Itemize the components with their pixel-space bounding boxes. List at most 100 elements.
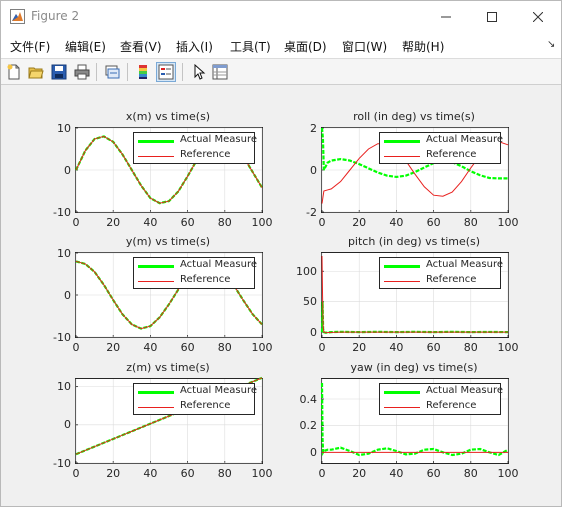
chart-3-y-tick-label: 50 — [303, 295, 317, 309]
chart-0-legend-label-reference: Reference — [180, 149, 231, 160]
menu-file[interactable]: 文件(F) — [10, 38, 50, 55]
chart-4-legend-swatch-actual — [138, 391, 174, 394]
chart-1-legend-label-reference: Reference — [426, 149, 477, 160]
maximize-button[interactable] — [469, 1, 515, 32]
chart-3-legend-entry-reference: Reference — [380, 274, 500, 288]
print-icon — [74, 64, 90, 80]
chart-0-legend[interactable]: Actual Measure Reference — [133, 132, 258, 164]
pointer-icon — [194, 64, 206, 80]
chart-2-legend[interactable]: Actual Measure Reference — [133, 257, 258, 289]
chart-1-legend[interactable]: Actual Measure Reference — [379, 132, 503, 164]
chart-1-legend-swatch-actual — [384, 140, 420, 143]
menu-view[interactable]: 查看(V) — [120, 38, 162, 55]
chart-1-legend-entry-reference: Reference — [380, 149, 500, 163]
chart-2-x-tick-label: 20 — [106, 341, 121, 354]
chart-4-legend-entry-reference: Reference — [134, 400, 254, 414]
chart-1-legend-entry-actual: Actual Measure — [380, 134, 503, 148]
dock-arrow-icon[interactable]: ↘ — [547, 39, 555, 50]
chart-5-y-tick-label: 0.2 — [299, 419, 318, 433]
figure-canvas[interactable]: x(m) vs time(s) 0 20 40 60 80 100 10 0 -10 Actual … — [1, 86, 561, 506]
chart-0-x-tick-label: 100 — [251, 216, 273, 229]
chart-2-legend-label-reference: Reference — [180, 274, 231, 285]
chart-2-legend-entry-reference: Reference — [134, 274, 254, 288]
chart-1-title: roll (in deg) vs time(s) — [353, 110, 475, 123]
close-button[interactable] — [515, 1, 561, 32]
new-figure-icon — [7, 64, 20, 80]
menu-tools[interactable]: 工具(T) — [230, 38, 271, 55]
chart-0-legend-label-actual: Actual Measure — [180, 134, 258, 145]
chart-2-y-tick-label: -10 — [53, 330, 71, 344]
toolbar-separator — [96, 63, 97, 81]
chart-5-x-tick-label: 100 — [497, 467, 519, 480]
menu-help[interactable]: 帮助(H) — [402, 38, 444, 55]
menu-edit[interactable]: 编辑(E) — [65, 38, 106, 55]
chart-0-x-tick-label: 80 — [217, 216, 232, 229]
chart-5-legend-entry-reference: Reference — [380, 400, 500, 414]
chart-4-x-tick-label: 100 — [251, 467, 273, 480]
chart-5-legend-swatch-actual — [384, 391, 420, 394]
chart-1-x-tick-label: 40 — [389, 216, 404, 229]
chart-2-title: y(m) vs time(s) — [125, 235, 211, 248]
chart-4-y-tick-label: -10 — [53, 456, 71, 470]
new-figure-button[interactable] — [4, 62, 24, 82]
chart-1-y-tick-label: 2 — [310, 121, 317, 135]
chart-2-legend-label-actual: Actual Measure — [180, 259, 258, 270]
chart-5-x-tick-label: 60 — [426, 467, 441, 480]
menu-desktop[interactable]: 桌面(D) — [284, 38, 327, 55]
figure-window: Figure 2 文件(F) 编辑(E) 查看(V) 插入(I) 工具(T) 桌… — [0, 0, 562, 507]
chart-2-legend-entry-actual: Actual Measure — [134, 259, 258, 273]
chart-4-x-tick-label: 60 — [180, 467, 195, 480]
chart-4-x-tick-label: 0 — [72, 467, 80, 480]
chart-3-x-tick-label: 40 — [389, 341, 404, 354]
toolbar-separator — [127, 63, 128, 81]
chart-4-y-tick-label: 0 — [64, 418, 71, 432]
link-plot-button[interactable] — [102, 62, 122, 82]
chart-1-x-tick-label: 80 — [463, 216, 478, 229]
link-plot-icon — [105, 65, 120, 79]
edit-plot-button[interactable] — [189, 62, 209, 82]
chart-2-x-tick-label: 80 — [217, 341, 232, 354]
open-button[interactable] — [26, 62, 46, 82]
chart-2-y-tick-label: 10 — [57, 246, 71, 260]
chart-2-x-tick-label: 40 — [143, 341, 158, 354]
chart-0-legend-entry-reference: Reference — [134, 149, 254, 163]
chart-3-legend[interactable]: Actual Measure Reference — [379, 257, 503, 289]
chart-4-legend[interactable]: Actual Measure Reference — [133, 383, 258, 415]
chart-5-x-tick-label: 0 — [318, 467, 326, 480]
minimize-icon — [441, 16, 451, 17]
property-inspector-button[interactable] — [210, 62, 230, 82]
chart-3-y-tick-label: 0 — [310, 325, 317, 339]
chart-2-legend-swatch-reference — [138, 281, 174, 282]
chart-3-x-tick-label: 100 — [497, 341, 519, 354]
toolbar-separator — [182, 63, 183, 81]
open-folder-icon — [28, 67, 44, 79]
save-icon — [51, 64, 67, 80]
chart-0-y-tick-label: 10 — [57, 121, 71, 135]
chart-4-legend-label-actual: Actual Measure — [180, 385, 258, 396]
chart-5-legend-label-actual: Actual Measure — [426, 385, 504, 396]
title-bar[interactable]: Figure 2 — [1, 1, 561, 32]
chart-0-legend-swatch-actual — [138, 140, 174, 143]
figure-toolbar — [1, 58, 561, 85]
close-icon — [533, 11, 543, 22]
legend-button[interactable] — [156, 62, 176, 82]
menu-window[interactable]: 窗口(W) — [342, 38, 387, 55]
chart-5-y-tick-label: 0.4 — [299, 392, 318, 406]
print-button[interactable] — [72, 62, 92, 82]
menu-insert[interactable]: 插入(I) — [176, 38, 213, 55]
chart-4-x-tick-label: 80 — [217, 467, 232, 480]
chart-5-legend[interactable]: Actual Measure Reference — [379, 383, 504, 415]
minimize-button[interactable] — [423, 1, 469, 32]
chart-5-legend-label-reference: Reference — [426, 400, 477, 411]
chart-4-legend-entry-actual: Actual Measure — [134, 385, 258, 399]
chart-3-title: pitch (in deg) vs time(s) — [347, 235, 481, 248]
save-button[interactable] — [49, 62, 69, 82]
chart-4-x-tick-label: 20 — [106, 467, 121, 480]
colorbar-button[interactable] — [133, 62, 153, 82]
chart-0-y-tick-label: 0 — [64, 163, 71, 177]
window-title: Figure 2 — [31, 9, 80, 23]
legend-icon — [158, 64, 174, 80]
chart-4-legend-label-reference: Reference — [180, 400, 231, 411]
chart-3-legend-label-reference: Reference — [426, 274, 477, 285]
chart-2-x-tick-label: 60 — [180, 341, 195, 354]
